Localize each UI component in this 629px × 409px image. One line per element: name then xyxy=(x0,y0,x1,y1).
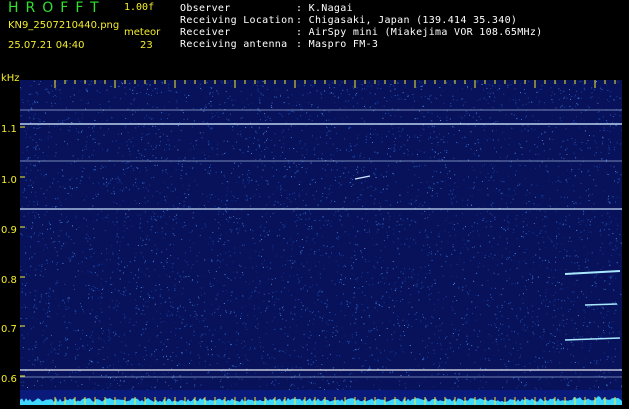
signal-level-trace xyxy=(20,395,622,405)
spectrogram-background xyxy=(20,80,622,390)
receiver-value: : AirSpy mini (Miakejima VOR 108.65MHz) xyxy=(296,27,543,38)
location-label: Receiving Location xyxy=(180,15,294,26)
observer-value: : K.Nagai xyxy=(296,3,353,14)
freq-label-1-1: 1.1 xyxy=(1,124,17,135)
freq-label-0-6: 0.6 xyxy=(1,374,17,385)
version-label: 1.00f xyxy=(124,3,154,13)
signal-level-bar xyxy=(20,390,622,400)
freq-label-0-9: 0.9 xyxy=(1,225,17,236)
freq-label-0-7: 0.7 xyxy=(1,324,17,335)
freq-label-1-0: 1.0 xyxy=(1,175,17,186)
app-title: HROFFT xyxy=(8,1,106,15)
observer-label: Observer xyxy=(180,3,231,14)
filename-label: KN9_2507210440.png xyxy=(8,21,119,31)
location-value: : Chigasaki, Japan (139.414 35.340) xyxy=(296,15,517,26)
spectrogram-plot xyxy=(20,80,622,390)
antenna-value: : Maspro FM-3 xyxy=(296,39,378,50)
frequency-unit-label: kHz xyxy=(1,74,20,84)
meteor-echo-3 xyxy=(585,304,617,305)
meteor-label: meteor xyxy=(124,28,160,38)
receiver-label: Receiver xyxy=(180,27,231,38)
meteor-count: 23 xyxy=(140,41,153,51)
antenna-label: Receiving antenna xyxy=(180,39,287,50)
datetime-label: 25.07.21 04:40 xyxy=(8,41,85,51)
freq-label-0-8: 0.8 xyxy=(1,275,17,286)
